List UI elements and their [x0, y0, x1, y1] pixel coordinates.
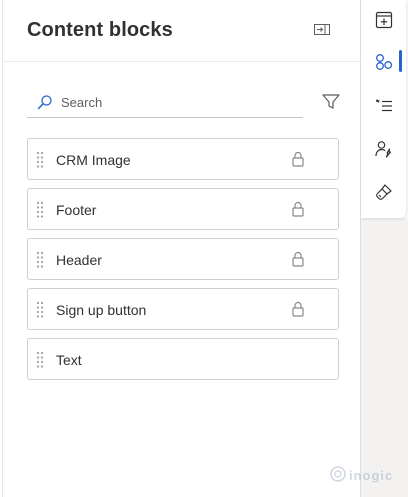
rail-user-settings-button[interactable] — [361, 129, 406, 169]
lock-icon — [292, 151, 304, 167]
watermark-text: inogic — [349, 468, 394, 483]
user-settings-icon — [374, 141, 391, 158]
active-tab-indicator — [399, 50, 402, 72]
search-icon — [37, 95, 52, 110]
content-block-label: CRM Image — [56, 152, 131, 168]
styles-brush-icon — [375, 184, 392, 200]
lock-icon — [292, 201, 304, 217]
filter-icon — [322, 94, 340, 109]
content-block-list: CRM Image Footer Header Sign up button T… — [27, 138, 339, 388]
drag-handle-icon[interactable] — [36, 251, 44, 269]
rail-add-section-button[interactable] — [361, 0, 406, 40]
watermark-logo: inogic — [329, 462, 401, 486]
drag-handle-icon[interactable] — [36, 351, 44, 369]
filter-button[interactable] — [320, 92, 342, 112]
right-tool-rail — [361, 0, 406, 218]
content-block-label: Sign up button — [56, 302, 147, 318]
content-blocks-panel: Content blocks Search CRM Image Footer H… — [2, 0, 392, 497]
content-block-crm-image[interactable]: CRM Image — [27, 138, 339, 180]
lock-icon — [292, 301, 304, 317]
panel-title: Content blocks — [27, 19, 173, 41]
content-blocks-icon — [375, 54, 392, 70]
content-block-text[interactable]: Text — [27, 338, 339, 380]
app-root: Content blocks Search CRM Image Footer H… — [0, 0, 408, 497]
content-block-label: Header — [56, 252, 102, 268]
collapse-panel-icon — [314, 23, 330, 35]
lock-icon — [292, 251, 304, 267]
panel-header: Content blocks — [3, 0, 361, 62]
content-block-sign-up-button[interactable]: Sign up button — [27, 288, 339, 330]
rail-personalization-button[interactable] — [361, 86, 406, 126]
drag-handle-icon[interactable] — [36, 151, 44, 169]
rail-background — [361, 218, 408, 497]
drag-handle-icon[interactable] — [36, 301, 44, 319]
drag-handle-icon[interactable] — [36, 201, 44, 219]
collapse-panel-button[interactable] — [311, 20, 333, 38]
content-block-label: Footer — [56, 202, 97, 218]
personalization-icon — [375, 99, 392, 112]
search-box — [27, 88, 303, 118]
watermark-mark-icon — [330, 466, 346, 482]
content-block-header[interactable]: Header — [27, 238, 339, 280]
content-block-footer[interactable]: Footer — [27, 188, 339, 230]
rail-styles-button[interactable] — [361, 172, 406, 212]
search-input[interactable] — [61, 92, 297, 112]
add-section-icon — [375, 11, 392, 29]
content-block-label: Text — [56, 352, 82, 368]
